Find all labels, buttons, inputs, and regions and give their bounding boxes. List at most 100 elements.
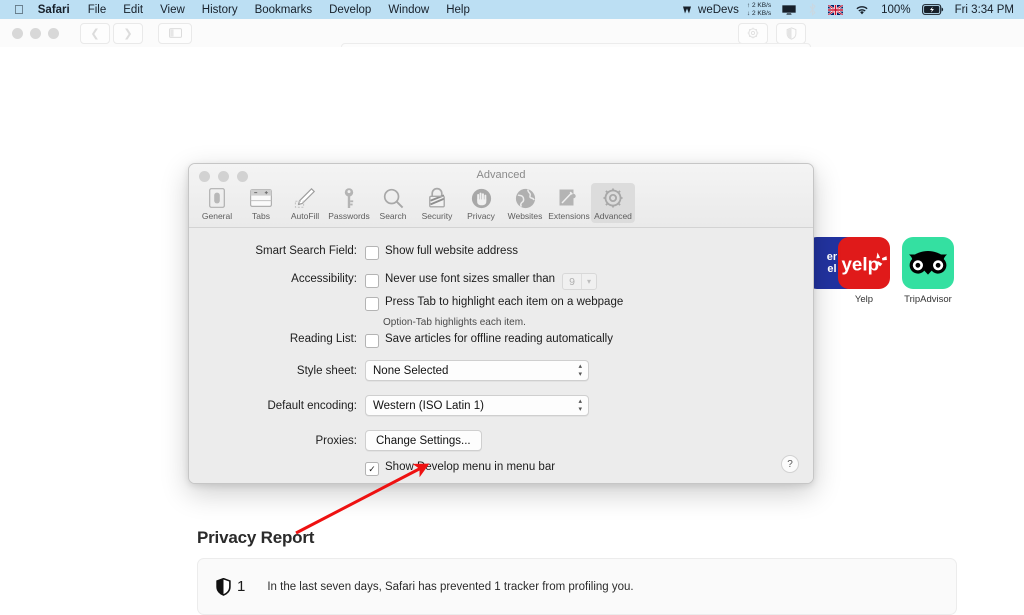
tab-label-passwords: Passwords — [328, 211, 370, 221]
tab-label-security: Security — [421, 211, 453, 221]
label-smart-search-field: Smart Search Field: — [255, 245, 357, 257]
chevron-updown-icon: ▴ ▾ — [578, 397, 582, 413]
checkbox-show-develop-menu[interactable]: ✓ — [365, 462, 379, 476]
privacy-report-heading: Privacy Report — [197, 528, 315, 547]
row-accessibility: Accessibility: Never use font sizes smal… — [189, 273, 623, 328]
privacy-report-card[interactable]: 1 In the last seven days, Safari has pre… — [197, 558, 957, 615]
checkbox-show-full-website-address[interactable] — [365, 246, 379, 260]
tab-tabs[interactable]: Tabs — [239, 183, 283, 223]
preferences-titlebar: Advanced General Tabs AutoFill Passwords… — [189, 164, 813, 228]
favorite-tile-yelp[interactable]: yelp Yelp — [838, 237, 890, 305]
change-settings-label: Change Settings... — [376, 434, 471, 447]
zoom-button[interactable] — [48, 27, 59, 39]
label-show-develop-menu: Show Develop menu in menu bar — [385, 461, 556, 473]
macos-menu-bar:  Safari File Edit View History Bookmark… — [0, 0, 1024, 20]
label-never-use-font-sizes: Never use font sizes smaller than — [385, 273, 556, 285]
tab-label-general: General — [201, 211, 233, 221]
row-show-develop-menu: ✓ Show Develop menu in menu bar — [189, 461, 555, 476]
reader-settings-button[interactable] — [738, 22, 768, 44]
privacy-report-button[interactable] — [776, 22, 806, 44]
font-size-stepper[interactable]: 9 ▾ — [562, 273, 598, 290]
close-button[interactable] — [12, 27, 23, 39]
row-style-sheet: Style sheet: None Selected ▴ ▾ — [189, 360, 589, 381]
label-press-tab-highlight: Press Tab to highlight each item on a we… — [385, 296, 624, 308]
menu-bar-clock[interactable]: Fri 3:34 PM — [955, 4, 1014, 16]
tab-search[interactable]: Search — [371, 183, 415, 223]
tab-label-privacy: Privacy — [467, 211, 495, 221]
menu-item-help[interactable]: Help — [446, 4, 470, 16]
window-traffic-lights — [12, 27, 66, 39]
menu-item-safari[interactable]: Safari — [38, 4, 70, 16]
lock-icon — [428, 186, 446, 210]
select-default-encoding[interactable]: Western (ISO Latin 1) ▴ ▾ — [365, 395, 589, 416]
tab-label-advanced: Advanced — [594, 211, 632, 221]
row-reading-list: Reading List: Save articles for offline … — [189, 333, 613, 348]
tab-extensions[interactable]: Extensions — [547, 183, 591, 223]
back-button[interactable]: ❮ — [80, 22, 110, 44]
forward-button[interactable]: ❯ — [113, 22, 143, 44]
tab-general[interactable]: General — [195, 183, 239, 223]
safari-toolbar: ❮ ❯ — [0, 19, 1024, 63]
label-save-articles-offline: Save articles for offline reading automa… — [385, 333, 613, 345]
menu-item-window[interactable]: Window — [388, 4, 429, 16]
label-reading-list: Reading List: — [289, 333, 357, 345]
preferences-title: Advanced — [476, 169, 526, 181]
tab-security[interactable]: Security — [415, 183, 459, 223]
globe-icon — [515, 186, 536, 210]
font-size-value: 9 — [569, 275, 575, 288]
chevron-down-icon: ▾ — [587, 277, 592, 286]
menu-item-file[interactable]: File — [88, 4, 107, 16]
battery-charging-icon[interactable] — [921, 4, 944, 15]
tab-label-websites: Websites — [507, 211, 543, 221]
favorite-label-yelp: Yelp — [854, 294, 874, 305]
select-style-sheet[interactable]: None Selected ▴ ▾ — [365, 360, 589, 381]
network-download-speed: ↓ 2 KB/s — [746, 9, 772, 17]
tab-websites[interactable]: Websites — [503, 183, 547, 223]
tab-passwords[interactable]: Passwords — [327, 183, 371, 223]
label-proxies: Proxies: — [315, 434, 357, 447]
change-settings-button[interactable]: Change Settings... — [365, 430, 482, 451]
tab-advanced[interactable]: Advanced — [591, 183, 635, 223]
favorite-tile-tripadvisor[interactable]: TripAdvisor — [902, 237, 954, 305]
uk-flag-icon[interactable] — [828, 4, 844, 15]
preferences-body: Smart Search Field: Show full website ad… — [189, 228, 813, 483]
menu-item-develop[interactable]: Develop — [329, 4, 371, 16]
privacy-report-message: In the last seven days, Safari has preve… — [267, 580, 634, 593]
sidebar-toggle-button[interactable] — [158, 22, 192, 44]
blue-site-glyph-bottom: el — [827, 263, 837, 275]
navigation-buttons: ❮ ❯ — [80, 22, 146, 44]
wedevs-status-item[interactable]: weDevs — [682, 4, 739, 16]
checkbox-save-articles-offline[interactable] — [365, 334, 379, 348]
wedevs-logo-icon — [683, 6, 692, 13]
preferences-window: Advanced General Tabs AutoFill Passwords… — [188, 163, 814, 484]
wifi-icon[interactable] — [854, 4, 870, 16]
menu-bar-status-items: weDevs ↑ 2 KB/s ↓ 2 KB/s 100% Fri 3:34 P… — [682, 0, 1024, 19]
hand-icon — [471, 186, 492, 210]
shield-icon — [216, 577, 231, 596]
apple-icon[interactable]:  — [14, 3, 24, 16]
display-icon[interactable] — [781, 4, 797, 16]
menu-item-edit[interactable]: Edit — [123, 4, 143, 16]
general-icon — [209, 186, 225, 210]
tab-label-autofill: AutoFill — [290, 211, 320, 221]
tracker-count: 1 — [237, 578, 246, 595]
minimize-button[interactable] — [30, 27, 41, 39]
yelp-icon: yelp — [838, 237, 890, 289]
bluetooth-icon[interactable] — [808, 3, 817, 16]
help-button[interactable]: ? — [781, 455, 799, 473]
toolbar-right-buttons — [738, 22, 809, 44]
tab-privacy[interactable]: Privacy — [459, 183, 503, 223]
blue-site-glyph-top: er — [826, 251, 838, 263]
key-icon — [342, 186, 356, 210]
row-default-encoding: Default encoding: Western (ISO Latin 1) … — [189, 395, 589, 416]
tab-autofill[interactable]: AutoFill — [283, 183, 327, 223]
checkbox-never-use-font-sizes[interactable] — [365, 274, 379, 288]
row-smart-search-field: Smart Search Field: Show full website ad… — [189, 245, 518, 260]
safari-preferences-screen:  Safari File Edit View History Bookmark… — [0, 0, 1024, 615]
checkbox-press-tab-highlight[interactable] — [365, 297, 379, 311]
magnifier-icon — [383, 186, 404, 210]
menu-item-history[interactable]: History — [202, 4, 238, 16]
label-show-full-website-address: Show full website address — [385, 245, 518, 257]
menu-item-view[interactable]: View — [160, 4, 185, 16]
menu-item-bookmarks[interactable]: Bookmarks — [255, 4, 313, 16]
